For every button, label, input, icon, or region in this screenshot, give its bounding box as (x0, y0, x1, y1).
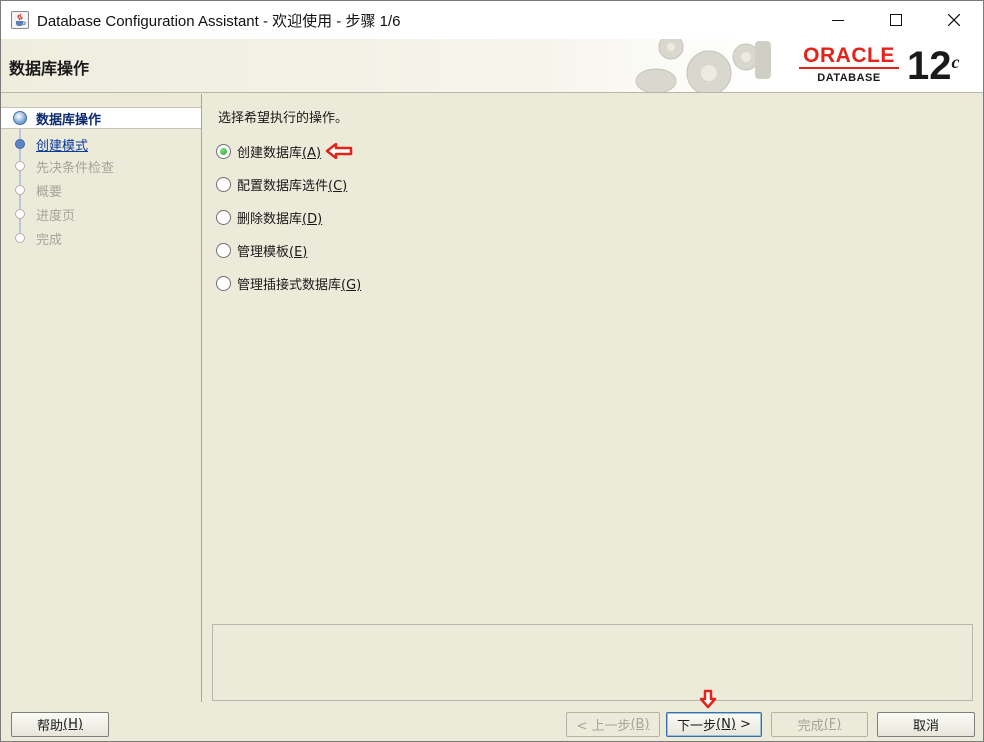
step-progress: 进度页 (1, 203, 201, 225)
current-step-icon (13, 111, 27, 125)
step-prereq-check: 先决条件检查 (1, 155, 201, 177)
next-button[interactable]: 下一步 (N) > (666, 712, 762, 737)
dbca-window: Database Configuration Assistant - 欢迎使用 … (0, 0, 984, 742)
red-arrow-left-icon (325, 143, 353, 159)
step-pending-icon (15, 161, 25, 171)
radio-button[interactable] (216, 176, 231, 192)
main-panel: 选择希望执行的操作。 创建数据库(A) 配置数据库选件(C) 删除数据库(D) … (203, 94, 983, 702)
close-icon (948, 14, 960, 26)
version-label: 12c (907, 44, 960, 88)
maximize-button[interactable] (867, 1, 925, 39)
close-button[interactable] (925, 1, 983, 39)
radio-button[interactable] (216, 275, 231, 291)
step-finish: 完成 (1, 227, 201, 249)
option-create-database[interactable]: 创建数据库(A) (216, 141, 353, 161)
prompt-text: 选择希望执行的操作。 (218, 111, 349, 126)
option-delete-database[interactable]: 删除数据库(D) (216, 207, 322, 227)
step-pending-icon (15, 209, 25, 219)
step-creation-mode[interactable]: 创建模式 (1, 133, 201, 155)
radio-button[interactable] (216, 242, 231, 258)
option-manage-pluggable-databases[interactable]: 管理插接式数据库(G) (216, 273, 361, 293)
minimize-icon (832, 20, 844, 21)
option-configure-database-options[interactable]: 配置数据库选件(C) (216, 174, 347, 194)
page-title: 数据库操作 (9, 59, 90, 78)
java-cup-icon (11, 11, 29, 29)
step-link-icon (15, 139, 25, 149)
step-pending-icon (15, 233, 25, 243)
help-button[interactable]: 帮助 (H) (11, 712, 109, 737)
option-manage-templates[interactable]: 管理模板(E) (216, 240, 307, 260)
gears-graphic-icon (635, 39, 771, 92)
step-summary: 概要 (1, 179, 201, 201)
finish-button[interactable]: 完成 (F) (771, 712, 868, 737)
cancel-button[interactable]: 取消 (877, 712, 975, 737)
red-arrow-down-icon (699, 689, 717, 709)
steps-panel: 数据库操作 创建模式 先决条件检查 概要 进度页 完成 (1, 94, 202, 702)
step-pending-icon (15, 185, 25, 195)
radio-button[interactable] (216, 209, 231, 225)
oracle-logo: ORACLE DATABASE (797, 45, 901, 84)
radio-button-selected[interactable] (216, 143, 231, 159)
back-button[interactable]: < 上一步 (B) (566, 712, 660, 737)
header-banner: 数据库操作 ORACLE DATABASE 12c (1, 39, 983, 93)
maximize-icon (890, 14, 902, 26)
window-title: Database Configuration Assistant - 欢迎使用 … (37, 13, 401, 30)
minimize-button[interactable] (809, 1, 867, 39)
description-box (212, 624, 973, 701)
step-database-operation: 数据库操作 (1, 107, 201, 129)
title-bar: Database Configuration Assistant - 欢迎使用 … (1, 1, 983, 39)
